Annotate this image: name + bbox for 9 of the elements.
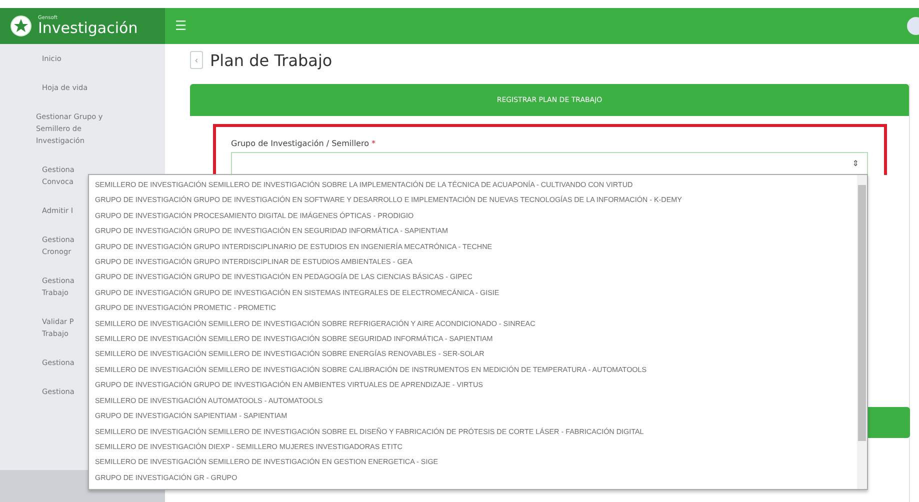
group-select[interactable]: ⇕: [231, 152, 868, 175]
page-title: Plan de Trabajo: [210, 50, 332, 70]
scrollbar-thumb[interactable]: [858, 185, 866, 441]
brand-title: Investigación: [38, 21, 138, 36]
scrollbar[interactable]: [857, 175, 867, 489]
select-arrows-icon: ⇕: [852, 159, 859, 168]
back-button[interactable]: ‹: [190, 51, 203, 69]
field-label: Grupo de Investigación / Semillero *: [231, 139, 377, 148]
star-logo-icon: [10, 15, 32, 37]
